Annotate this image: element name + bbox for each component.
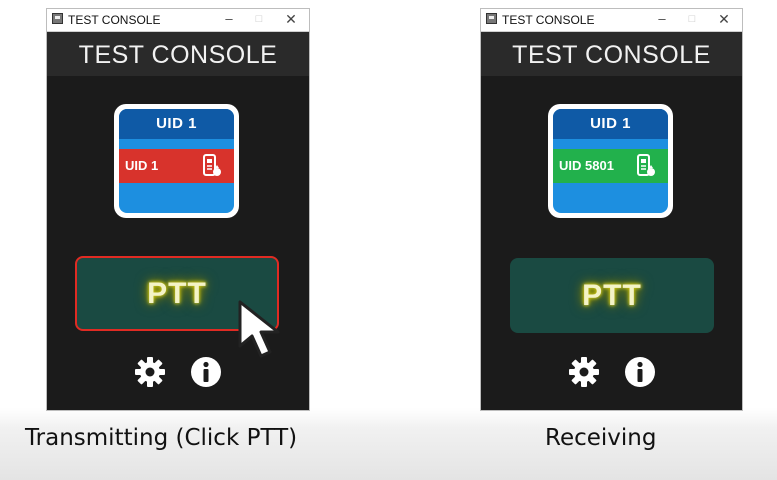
info-icon[interactable] xyxy=(189,355,223,389)
maximize-button[interactable]: □ xyxy=(249,10,269,28)
window-title: TEST CONSOLE xyxy=(502,13,595,27)
unit-card-status: UID 5801 xyxy=(553,149,668,183)
console-window-receiving: TEST CONSOLE – □ ✕ TEST CONSOLE UID 1 UI… xyxy=(480,8,743,411)
ptt-label: PTT xyxy=(582,278,642,312)
caption-receiving: Receiving xyxy=(545,425,657,451)
radio-handset-icon xyxy=(203,154,221,176)
unit-card[interactable]: UID 1 UID 5801 xyxy=(548,104,673,218)
gear-icon[interactable] xyxy=(133,355,167,389)
gear-icon[interactable] xyxy=(567,355,601,389)
close-button[interactable]: ✕ xyxy=(281,10,301,28)
console-window-transmitting: TEST CONSOLE – □ ✕ TEST CONSOLE UID 1 UI… xyxy=(46,8,310,411)
caption-transmitting: Transmitting (Click PTT) xyxy=(25,425,298,451)
unit-card-uid: UID 1 xyxy=(119,109,234,139)
close-button[interactable]: ✕ xyxy=(714,10,734,28)
titlebar: TEST CONSOLE – □ ✕ xyxy=(47,9,309,32)
unit-card-status-label: UID 1 xyxy=(125,158,159,173)
unit-card-uid: UID 1 xyxy=(553,109,668,139)
window-title: TEST CONSOLE xyxy=(68,13,161,27)
app-header: TEST CONSOLE xyxy=(481,32,742,76)
unit-card[interactable]: UID 1 UID 1 xyxy=(114,104,239,218)
mouse-cursor-icon xyxy=(238,300,280,358)
ptt-label: PTT xyxy=(147,276,207,310)
titlebar: TEST CONSOLE – □ ✕ xyxy=(481,9,742,32)
info-icon[interactable] xyxy=(623,355,657,389)
app-icon xyxy=(52,13,63,24)
app-header: TEST CONSOLE xyxy=(47,32,309,76)
minimize-button[interactable]: – xyxy=(219,10,239,28)
ptt-button[interactable]: PTT xyxy=(510,258,714,333)
radio-handset-icon xyxy=(637,154,655,176)
app-icon xyxy=(486,13,497,24)
unit-card-status-label: UID 5801 xyxy=(559,158,614,173)
maximize-button[interactable]: □ xyxy=(682,10,702,28)
unit-card-status: UID 1 xyxy=(119,149,234,183)
minimize-button[interactable]: – xyxy=(652,10,672,28)
